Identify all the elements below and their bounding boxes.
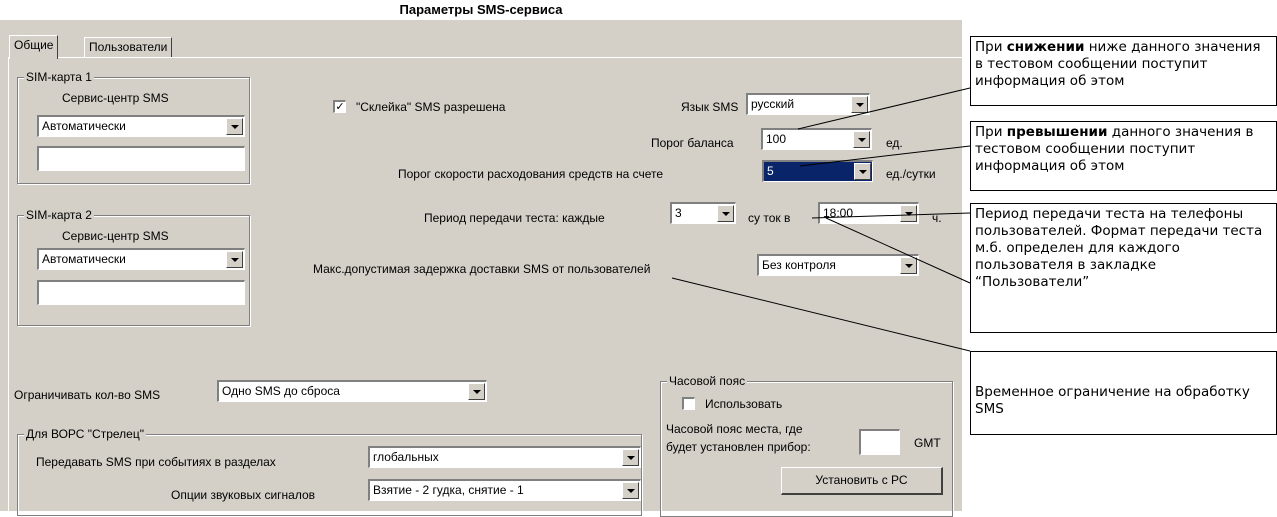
timezone-gmt-label: GMT: [914, 436, 941, 450]
sms-limit-value: Одно SMS до сброса: [222, 384, 340, 398]
chevron-down-icon[interactable]: [468, 383, 485, 400]
tab-general[interactable]: Общие: [9, 35, 59, 59]
sim1-group: SIM-карта 1 Сервис-центр SMS Автоматичес…: [17, 70, 250, 184]
chevron-down-icon[interactable]: [900, 205, 917, 222]
note-balance-pre: При: [975, 39, 1007, 55]
sim1-mode-select[interactable]: Автоматически: [37, 115, 245, 137]
language-label: Язык SMS: [681, 100, 739, 114]
test-period-time-select[interactable]: 18:00: [818, 202, 919, 224]
vors-group: Для ВОРС "Стрелец" Передавать SMS при со…: [17, 427, 642, 516]
language-value: русский: [751, 97, 795, 111]
note-balance-bold: снижении: [1006, 39, 1085, 55]
chevron-down-icon[interactable]: [900, 257, 917, 274]
timezone-use-label: Использовать: [705, 397, 783, 411]
spend-rate-value: 5: [767, 164, 774, 178]
chevron-down-icon[interactable]: [622, 482, 639, 499]
sim2-group-label: SIM-карта 2: [24, 208, 94, 222]
sim2-group: SIM-карта 2 Сервис-центр SMS Автоматичес…: [17, 208, 250, 326]
vors-sound-label: Опции звуковых сигналов: [171, 488, 316, 502]
chevron-down-icon[interactable]: [226, 118, 243, 135]
note-period-text: Период передачи теста на телефоны пользо…: [975, 206, 1263, 290]
sim1-group-label: SIM-карта 1: [24, 70, 94, 84]
timezone-place-label-1: Часовой пояс места, где: [666, 422, 803, 436]
sim1-center-number-input[interactable]: [37, 146, 245, 171]
vors-events-label: Передавать SMS при событиях в разделах: [36, 455, 276, 469]
sms-limit-label: Ограничивать кол-во SMS: [14, 388, 161, 402]
test-period-days-value: 3: [675, 206, 682, 220]
vors-events-value: глобальных: [373, 450, 439, 464]
balance-value: 100: [766, 132, 787, 146]
vors-sound-value: Взятие - 2 гудка, снятие - 1: [373, 483, 524, 497]
test-period-days-select[interactable]: 3: [670, 202, 736, 224]
chevron-down-icon[interactable]: [854, 163, 871, 180]
chevron-down-icon[interactable]: [851, 96, 868, 113]
chevron-down-icon[interactable]: [717, 205, 734, 222]
sms-limit-select[interactable]: Одно SMS до сброса: [217, 380, 487, 402]
note-period: Период передачи теста на телефоны пользо…: [970, 203, 1277, 333]
timezone-group: Часовой пояс Использовать Часовой пояс м…: [660, 374, 953, 517]
delivery-delay-select[interactable]: Без контроля: [757, 254, 919, 276]
set-from-pc-button[interactable]: Установить с РС: [781, 467, 943, 495]
note-limit: Временное ограничение на обработку SMS: [970, 351, 1277, 435]
spend-rate-unit: ед./сутки: [886, 167, 936, 181]
chevron-down-icon[interactable]: [622, 449, 639, 466]
timezone-group-label: Часовой пояс: [667, 374, 748, 388]
dialog-title: Параметры SMS-сервиса: [0, 0, 962, 20]
vors-sound-select[interactable]: Взятие - 2 гудка, снятие - 1: [368, 479, 641, 501]
chevron-down-icon[interactable]: [226, 251, 243, 268]
tab-users[interactable]: Пользователи: [84, 37, 173, 58]
test-period-label: Период передачи теста: каждые: [424, 211, 605, 225]
balance-unit: ед.: [886, 136, 903, 150]
note-balance: При снижении ниже данного значения в тес…: [970, 36, 1277, 106]
note-limit-text: Временное ограничение на обработку SMS: [975, 384, 1250, 417]
glue-label: "Склейка" SMS разрешена: [356, 100, 506, 114]
test-period-days-unit: су ток в: [748, 211, 791, 225]
note-rate-pre: При: [975, 124, 1007, 140]
vors-group-label: Для ВОРС "Стрелец": [24, 427, 146, 441]
timezone-offset-input[interactable]: [859, 429, 900, 455]
balance-select[interactable]: 100: [761, 128, 872, 150]
sim2-mode-value: Автоматически: [42, 252, 126, 266]
delivery-delay-value: Без контроля: [762, 258, 836, 272]
note-rate: При превышении данного значения в тестов…: [970, 121, 1277, 191]
test-period-time-unit: ч.: [932, 211, 942, 225]
spend-rate-label: Порог скорости расходования средств на с…: [398, 167, 664, 181]
note-rate-bold: превышении: [1006, 124, 1108, 140]
sim1-center-label: Сервис-центр SMS: [62, 91, 169, 105]
language-select[interactable]: русский: [746, 93, 870, 115]
timezone-use-checkbox[interactable]: [682, 397, 695, 410]
balance-label: Порог баланса: [651, 136, 734, 150]
test-period-time-value: 18:00: [823, 206, 854, 220]
sim2-mode-select[interactable]: Автоматически: [37, 248, 245, 270]
sim1-mode-value: Автоматически: [42, 119, 126, 133]
sms-settings-dialog: Параметры SMS-сервиса Общие Пользователи…: [0, 0, 962, 517]
chevron-down-icon[interactable]: [853, 131, 870, 148]
delivery-delay-label: Макс.допустимая задержка доставки SMS от…: [313, 262, 651, 276]
vors-events-select[interactable]: глобальных: [368, 446, 641, 468]
sim2-center-number-input[interactable]: [37, 280, 245, 305]
spend-rate-select[interactable]: 5: [762, 160, 873, 182]
glue-checkbox[interactable]: ✓: [333, 100, 346, 113]
timezone-place-label-2: будет установлен прибор:: [666, 440, 811, 454]
sim2-center-label: Сервис-центр SMS: [62, 229, 169, 243]
